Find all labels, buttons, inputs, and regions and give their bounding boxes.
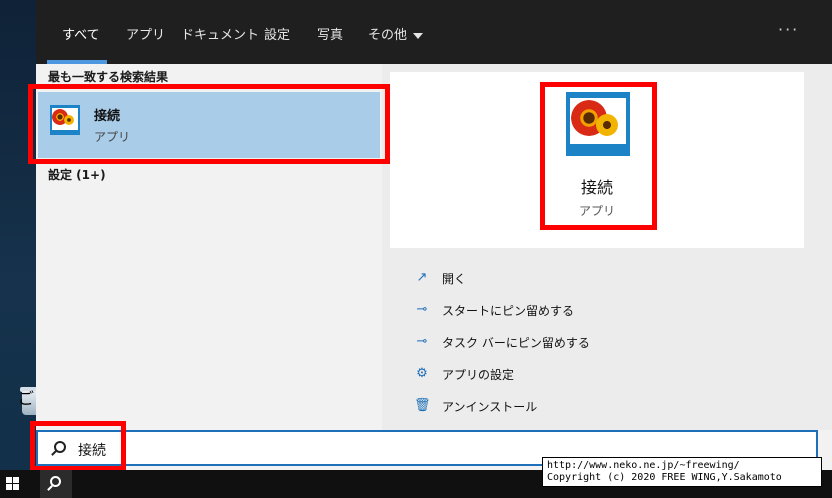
- action-open[interactable]: ↗ 開く: [390, 266, 804, 290]
- results-list: 最も一致する検索結果 接続 アプリ 設定 (1+): [36, 64, 382, 430]
- tab-other[interactable]: その他: [368, 24, 424, 43]
- action-open-label: 開く: [442, 272, 467, 286]
- tab-settings[interactable]: 設定: [264, 24, 290, 43]
- detail-app-name: 接続: [580, 178, 613, 197]
- connect-app-icon: [566, 92, 630, 156]
- action-app-settings[interactable]: ⚙ アプリの設定: [390, 362, 804, 386]
- settings-results-group[interactable]: 設定 (1+): [48, 166, 106, 183]
- watermark-copyright: Copyright (c) 2020 FREE WING,Y.Sakamoto: [547, 472, 782, 483]
- best-match-heading: 最も一致する検索結果: [48, 70, 169, 84]
- action-pin-start-label: スタートにピン留めする: [442, 304, 575, 318]
- gear-icon: ⚙: [416, 366, 428, 381]
- search-icon: [50, 476, 61, 487]
- action-pin-start[interactable]: ⊸ スタートにピン留めする: [390, 298, 804, 322]
- action-pin-taskbar[interactable]: ⊸ タスク バーにピン留めする: [390, 330, 804, 354]
- best-match-type: アプリ: [94, 130, 131, 144]
- detail-app-type: アプリ: [578, 204, 615, 218]
- more-options-icon[interactable]: ···: [778, 20, 799, 39]
- tab-all[interactable]: すべて: [62, 24, 100, 43]
- search-filter-tabs: すべて アプリ ドキュメント 設定 写真 その他 ···: [36, 0, 832, 64]
- taskbar-search-button[interactable]: [40, 470, 72, 498]
- pin-icon: ⊸: [416, 302, 428, 317]
- tab-documents[interactable]: ドキュメント: [181, 24, 259, 43]
- action-uninstall[interactable]: 🗑 アンインストール: [390, 394, 804, 418]
- tab-apps[interactable]: アプリ: [126, 24, 165, 43]
- start-search-panel: すべて アプリ ドキュメント 設定 写真 その他 ··· 最も一致する検索結果 …: [36, 0, 832, 470]
- watermark-url: http://www.neko.ne.jp/~freewing/: [547, 460, 740, 471]
- best-match-item[interactable]: 接続 アプリ: [38, 92, 380, 158]
- app-detail-card: 接続 アプリ: [390, 72, 804, 248]
- action-app-settings-label: アプリの設定: [442, 368, 515, 382]
- search-input[interactable]: 接続: [78, 440, 106, 460]
- search-icon: [54, 441, 66, 453]
- connect-app-icon: [50, 105, 80, 135]
- chevron-down-icon: [413, 32, 424, 39]
- best-match-name: 接続: [94, 109, 121, 124]
- pin-icon: ⊸: [416, 334, 428, 349]
- action-pin-taskbar-label: タスク バーにピン留めする: [442, 336, 590, 350]
- copyright-watermark: http://www.neko.ne.jp/~freewing/ Copyrig…: [542, 457, 822, 487]
- tab-photos[interactable]: 写真: [317, 24, 343, 43]
- open-icon: ↗: [416, 270, 428, 285]
- windows-start-icon[interactable]: [6, 477, 20, 491]
- detail-pane: 接続 アプリ ↗ 開く ⊸ スタートにピン留めする ⊸ タスク バーにピン留めす…: [382, 64, 832, 430]
- action-uninstall-label: アンインストール: [442, 400, 538, 414]
- tab-other-label: その他: [368, 28, 408, 43]
- trash-icon: 🗑: [414, 398, 431, 413]
